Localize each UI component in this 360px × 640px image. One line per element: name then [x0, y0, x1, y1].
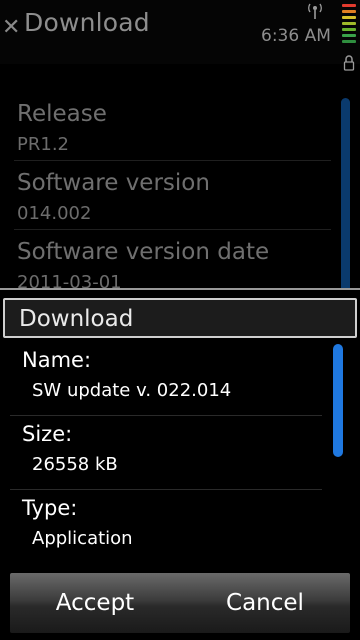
dialog-title: Download	[19, 306, 134, 332]
signal-icon	[308, 3, 322, 19]
title-bar: ✕ Download 6:36 AM	[0, 0, 360, 71]
dialog-scrollbar[interactable]	[333, 344, 343, 457]
field-value: 26558 kB	[32, 454, 118, 475]
list-item-release[interactable]: Release PR1.2	[14, 92, 331, 161]
field-label: Type:	[22, 496, 78, 520]
background-scrollbar[interactable]	[341, 98, 350, 293]
field-value: SW update v. 022.014	[32, 380, 232, 401]
field-name: Name: SW update v. 022.014	[10, 342, 322, 416]
list-item-value: PR1.2	[17, 134, 69, 155]
field-label: Name:	[22, 348, 92, 372]
cancel-button[interactable]: Cancel	[180, 573, 350, 633]
field-value: Application	[32, 528, 133, 549]
dialog-header: Download	[3, 298, 357, 338]
list-item-software-version[interactable]: Software version 014.002	[14, 161, 331, 230]
button-bar: Accept Cancel	[10, 573, 350, 633]
download-dialog: Download Name: SW update v. 022.014 Size…	[0, 288, 360, 640]
lock-icon	[343, 55, 355, 71]
field-size: Size: 26558 kB	[10, 416, 322, 490]
list-item-label: Release	[17, 101, 107, 127]
battery-icon	[340, 2, 358, 46]
close-icon[interactable]: ✕	[2, 17, 20, 39]
list-item-label: Software version date	[17, 239, 270, 265]
list-item-value: 014.002	[17, 203, 92, 224]
dialog-content: Name: SW update v. 022.014 Size: 26558 k…	[10, 342, 350, 558]
clock: 6:36 AM	[261, 26, 331, 46]
info-list: Release PR1.2 Software version 014.002 S…	[0, 92, 335, 299]
field-label: Size:	[22, 422, 73, 446]
app-title: Download	[24, 8, 150, 37]
list-item-label: Software version	[17, 170, 210, 196]
field-type: Type: Application	[10, 490, 322, 564]
accept-button[interactable]: Accept	[10, 573, 180, 633]
